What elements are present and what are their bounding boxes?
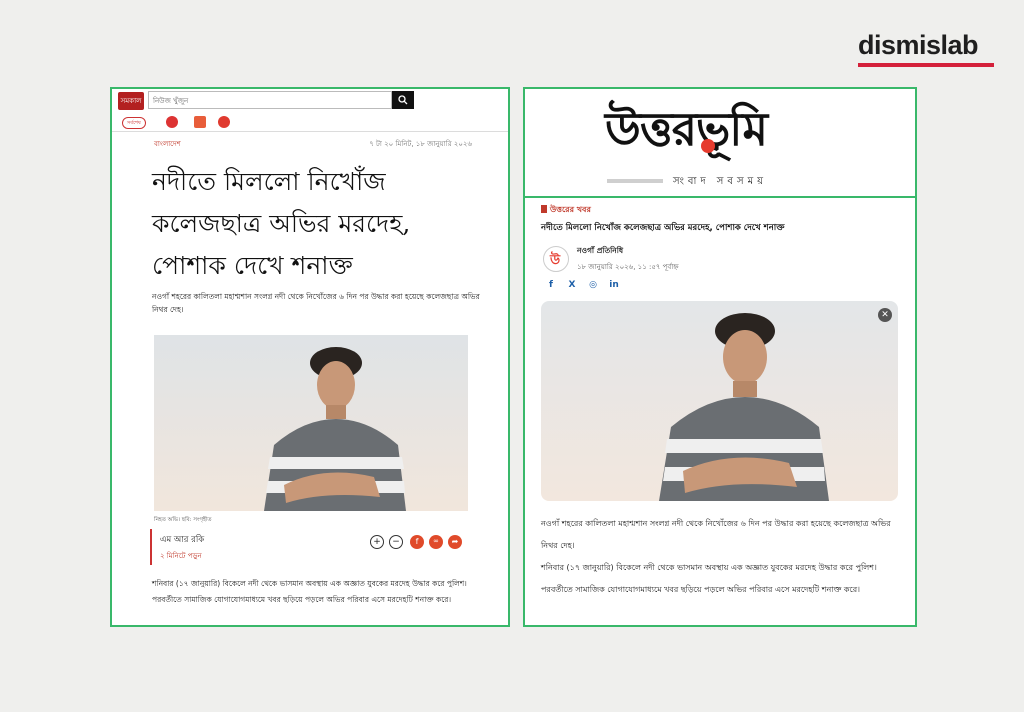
- search-icon: [398, 95, 408, 105]
- headline-line: পোশাক দেখে শনাক্ত: [152, 251, 353, 280]
- article-photo: [541, 301, 898, 501]
- close-icon[interactable]: ✕: [878, 308, 892, 322]
- x-icon[interactable]: X: [566, 280, 578, 290]
- brand-underline: [858, 63, 994, 67]
- publish-time: ১৮ জানুয়ারি ২০২৬, ১১ :৫৭ পূর্বাহ্ন: [577, 263, 679, 271]
- share-icon[interactable]: ➦: [448, 535, 462, 549]
- site-logo[interactable]: উত্তরভূমি: [605, 99, 768, 159]
- publish-date: ৭ টা ২০ মিনিট, ১৮ জানুয়ারি ২০২৬: [369, 140, 472, 148]
- latest-chip[interactable]: সর্বশেষ: [122, 117, 146, 129]
- article-title: নদীতে মিললো নিখোঁজ কলেজছাত্র অভির মরদেহ,…: [541, 223, 785, 233]
- avatar: উ: [543, 246, 569, 272]
- gift-icon[interactable]: [194, 116, 206, 128]
- headline-line: নদীতে মিললো নিখোঁজ: [152, 167, 386, 196]
- whatsapp-icon[interactable]: ◎: [587, 280, 599, 290]
- search-button[interactable]: [392, 91, 414, 109]
- dismislab-logo: dismislab: [858, 30, 998, 67]
- right-article-screenshot: উত্তরভূমি সংবাদ সবসময় উত্তরের খবর নদীতে…: [523, 87, 917, 627]
- linkedin-icon[interactable]: in: [608, 280, 620, 290]
- zoom-out-icon[interactable]: −: [389, 535, 403, 549]
- zoom-in-icon[interactable]: +: [370, 535, 384, 549]
- site-tagline: সংবাদ সবসময়: [673, 176, 768, 187]
- body-paragraph: নওগাঁ শহরের কালিতলা মহাশ্মশান সংলগ্ন নদী…: [541, 519, 891, 550]
- brand-name: dismislab: [858, 30, 979, 60]
- site-header: উত্তরভূমি সংবাদ সবসময়: [525, 89, 915, 198]
- read-time: ২ মিনিটে পড়ুন: [160, 552, 202, 560]
- byline[interactable]: নওগাঁ প্রতিনিধি: [577, 246, 623, 258]
- logo-dot: [701, 139, 715, 153]
- author-name[interactable]: এম আর রকি: [160, 533, 204, 547]
- avatar-letter: উ: [550, 253, 561, 268]
- facebook-icon[interactable]: f: [410, 535, 424, 549]
- left-article-screenshot: সমকাল নিউজ খুঁজুন সর্বশেষ বাংলাদেশ ৭ টা …: [110, 87, 510, 627]
- live-icon[interactable]: [166, 116, 178, 128]
- tagline-bar: [607, 179, 663, 183]
- site-logo[interactable]: সমকাল: [118, 92, 144, 110]
- facebook-icon[interactable]: f: [545, 280, 557, 290]
- search-input[interactable]: নিউজ খুঁজুন: [148, 91, 392, 109]
- play-icon[interactable]: [218, 116, 230, 128]
- body-paragraph: শনিবার (১৭ জানুয়ারি) বিকেলে নদী থেকে ভা…: [541, 563, 877, 594]
- headline: নদীতে মিললো নিখোঁজ কলেজছাত্র অভির মরদেহ,…: [152, 161, 482, 287]
- photo-caption: নিহত অভি। ছবি: সংগৃহীত: [154, 517, 212, 523]
- site-header: সমকাল নিউজ খুঁজুন সর্বশেষ: [112, 89, 508, 132]
- link-icon[interactable]: ∞: [429, 535, 443, 549]
- lead-paragraph: নওগাঁ শহরের কালিতলা মহাশ্মশান সংলগ্ন নদী…: [152, 292, 480, 314]
- category-label[interactable]: বাংলাদেশ: [154, 138, 181, 150]
- body-paragraph: শনিবার (১৭ জানুয়ারি) বিকেলে নদী থেকে ভা…: [152, 579, 467, 604]
- category-label[interactable]: উত্তরের খবর: [541, 204, 591, 217]
- headline-line: কলেজছাত্র অভির মরদেহ,: [152, 209, 411, 238]
- article-photo: [154, 335, 468, 511]
